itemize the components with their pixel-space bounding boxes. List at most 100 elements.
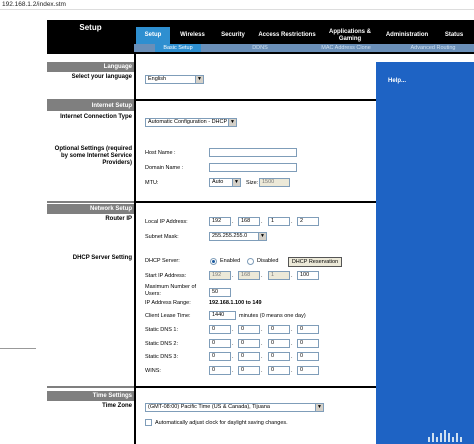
subtab-ddns[interactable]: DDNS	[240, 44, 280, 52]
static-dns-3-octet-1[interactable]: 0	[209, 352, 231, 361]
dot-separator: .	[232, 219, 234, 225]
subtab-advanced-routing[interactable]: Advanced Routing	[404, 44, 462, 52]
divider	[47, 386, 134, 388]
dot-separator: .	[291, 327, 293, 333]
chevron-down-icon: ▼	[195, 76, 203, 83]
static-dns-2-octet-1[interactable]: 0	[209, 339, 231, 348]
dot-separator: .	[291, 273, 293, 279]
dot-separator: .	[261, 273, 263, 279]
subtab-mac-address-clone[interactable]: MAC Address Clone	[314, 44, 378, 52]
language-heading: Language	[103, 64, 132, 70]
ip-range-value: 192.168.1.100 to 149	[209, 300, 262, 306]
dhcp-enabled-radio[interactable]	[210, 258, 217, 265]
static-dns-3-octet-2[interactable]: 0	[238, 352, 260, 361]
time-zone-select[interactable]: (GMT-08:00) Pacific Time (US & Canada), …	[145, 403, 324, 412]
brand-bars-icon	[428, 430, 464, 442]
mtu-size-input[interactable]: 1500	[259, 178, 290, 187]
time-zone-label: Time Zone	[102, 403, 132, 409]
wins-octet-1[interactable]: 0	[209, 366, 231, 375]
tab-wireless[interactable]: Wireless	[171, 27, 214, 44]
max-users-input[interactable]: 50	[209, 288, 231, 297]
host-name-label: Host Name :	[145, 150, 176, 156]
section-header: Setup	[47, 20, 134, 54]
dot-separator: .	[261, 341, 263, 347]
dot-separator: .	[291, 368, 293, 374]
divider	[136, 99, 376, 101]
chevron-down-icon: ▼	[232, 179, 240, 186]
page-title: Setup	[79, 23, 102, 32]
language-select[interactable]: English ▼	[145, 75, 204, 84]
local-ip-octet-1[interactable]: 192	[209, 217, 231, 226]
connection-type-select[interactable]: Automatic Configuration - DHCP ▼	[145, 118, 237, 127]
static-dns-1-octet-3[interactable]: 0	[268, 325, 290, 334]
start-ip-octet-1[interactable]: 192	[209, 271, 231, 280]
chevron-down-icon: ▼	[258, 233, 266, 240]
start-ip-octet-3[interactable]: 1	[268, 271, 290, 280]
static-dns-1-octet-2[interactable]: 0	[238, 325, 260, 334]
tab-setup[interactable]: Setup	[136, 27, 170, 44]
lease-time-suffix: minutes (0 means one day)	[239, 313, 306, 319]
time-settings-heading: Time Settings	[92, 393, 132, 399]
local-ip-octet-3[interactable]: 1	[268, 217, 290, 226]
dot-separator: .	[261, 327, 263, 333]
help-panel: Help...	[376, 62, 474, 444]
static-dns-2-octet-4[interactable]: 0	[297, 339, 319, 348]
ip-range-label: IP Address Range:	[145, 300, 191, 306]
static-dns-3-octet-4[interactable]: 0	[297, 352, 319, 361]
dot-separator: .	[291, 219, 293, 225]
tab-status[interactable]: Status	[436, 27, 472, 44]
dot-separator: .	[291, 341, 293, 347]
dhcp-disabled-radio[interactable]	[247, 258, 254, 265]
dhcp-reservation-button[interactable]: DHCP Reservation	[288, 257, 342, 267]
max-users-label: Maximum Number of Users:	[145, 284, 197, 297]
local-ip-octet-4[interactable]: 2	[297, 217, 319, 226]
divider	[47, 201, 134, 203]
chevron-down-icon: ▼	[228, 119, 236, 126]
dhcp-server-label: DHCP Server:	[145, 258, 180, 264]
lease-time-input[interactable]: 1440	[209, 311, 236, 320]
static-dns-2-label: Static DNS 2:	[145, 341, 179, 347]
wins-octet-3[interactable]: 0	[268, 366, 290, 375]
tab-applications-gaming[interactable]: Applications & Gaming	[322, 27, 378, 44]
connection-type-label: Internet Connection Type	[60, 114, 132, 120]
dot-separator: .	[261, 368, 263, 374]
static-dns-1-octet-1[interactable]: 0	[209, 325, 231, 334]
tab-administration[interactable]: Administration	[378, 27, 436, 44]
divider	[0, 348, 36, 349]
static-dns-2-octet-2[interactable]: 0	[238, 339, 260, 348]
static-dns-3-octet-3[interactable]: 0	[268, 352, 290, 361]
static-dns-2-octet-3[interactable]: 0	[268, 339, 290, 348]
enabled-label: Enabled	[220, 258, 241, 264]
subnet-mask-select[interactable]: 255.255.255.0 ▼	[209, 232, 267, 241]
address-bar[interactable]: 192.168.1.2/index.stm	[0, 0, 474, 10]
dst-checkbox[interactable]	[145, 419, 152, 426]
mtu-select[interactable]: Auto ▼	[209, 178, 241, 187]
wins-label: WINS:	[145, 368, 161, 374]
chevron-down-icon: ▼	[315, 404, 323, 411]
dot-separator: .	[232, 368, 234, 374]
subtab-basic-setup[interactable]: Basic Setup	[155, 44, 201, 52]
dot-separator: .	[232, 354, 234, 360]
divider	[136, 386, 376, 388]
help-link[interactable]: Help...	[388, 78, 406, 84]
dot-separator: .	[232, 273, 234, 279]
size-label: Size:	[246, 180, 259, 186]
wins-octet-4[interactable]: 0	[297, 366, 319, 375]
host-name-input[interactable]	[209, 148, 297, 157]
wins-octet-2[interactable]: 0	[238, 366, 260, 375]
dhcp-server-setting-label: DHCP Server Setting	[72, 255, 132, 261]
tab-access-restrictions[interactable]: Access Restrictions	[252, 27, 322, 44]
static-dns-1-octet-4[interactable]: 0	[297, 325, 319, 334]
dot-separator: .	[261, 219, 263, 225]
tab-security[interactable]: Security	[214, 27, 252, 44]
internet-setup-heading: Internet Setup	[91, 103, 132, 109]
local-ip-octet-2[interactable]: 168	[238, 217, 260, 226]
divider	[136, 201, 376, 203]
start-ip-octet-2[interactable]: 168	[238, 271, 260, 280]
dst-label: Automatically adjust clock for daylight …	[155, 420, 288, 426]
dot-separator: .	[232, 341, 234, 347]
domain-name-input[interactable]	[209, 163, 297, 172]
start-ip-octet-4[interactable]: 100	[297, 271, 319, 280]
start-ip-label: Start IP Address:	[145, 273, 187, 279]
dot-separator: .	[232, 327, 234, 333]
